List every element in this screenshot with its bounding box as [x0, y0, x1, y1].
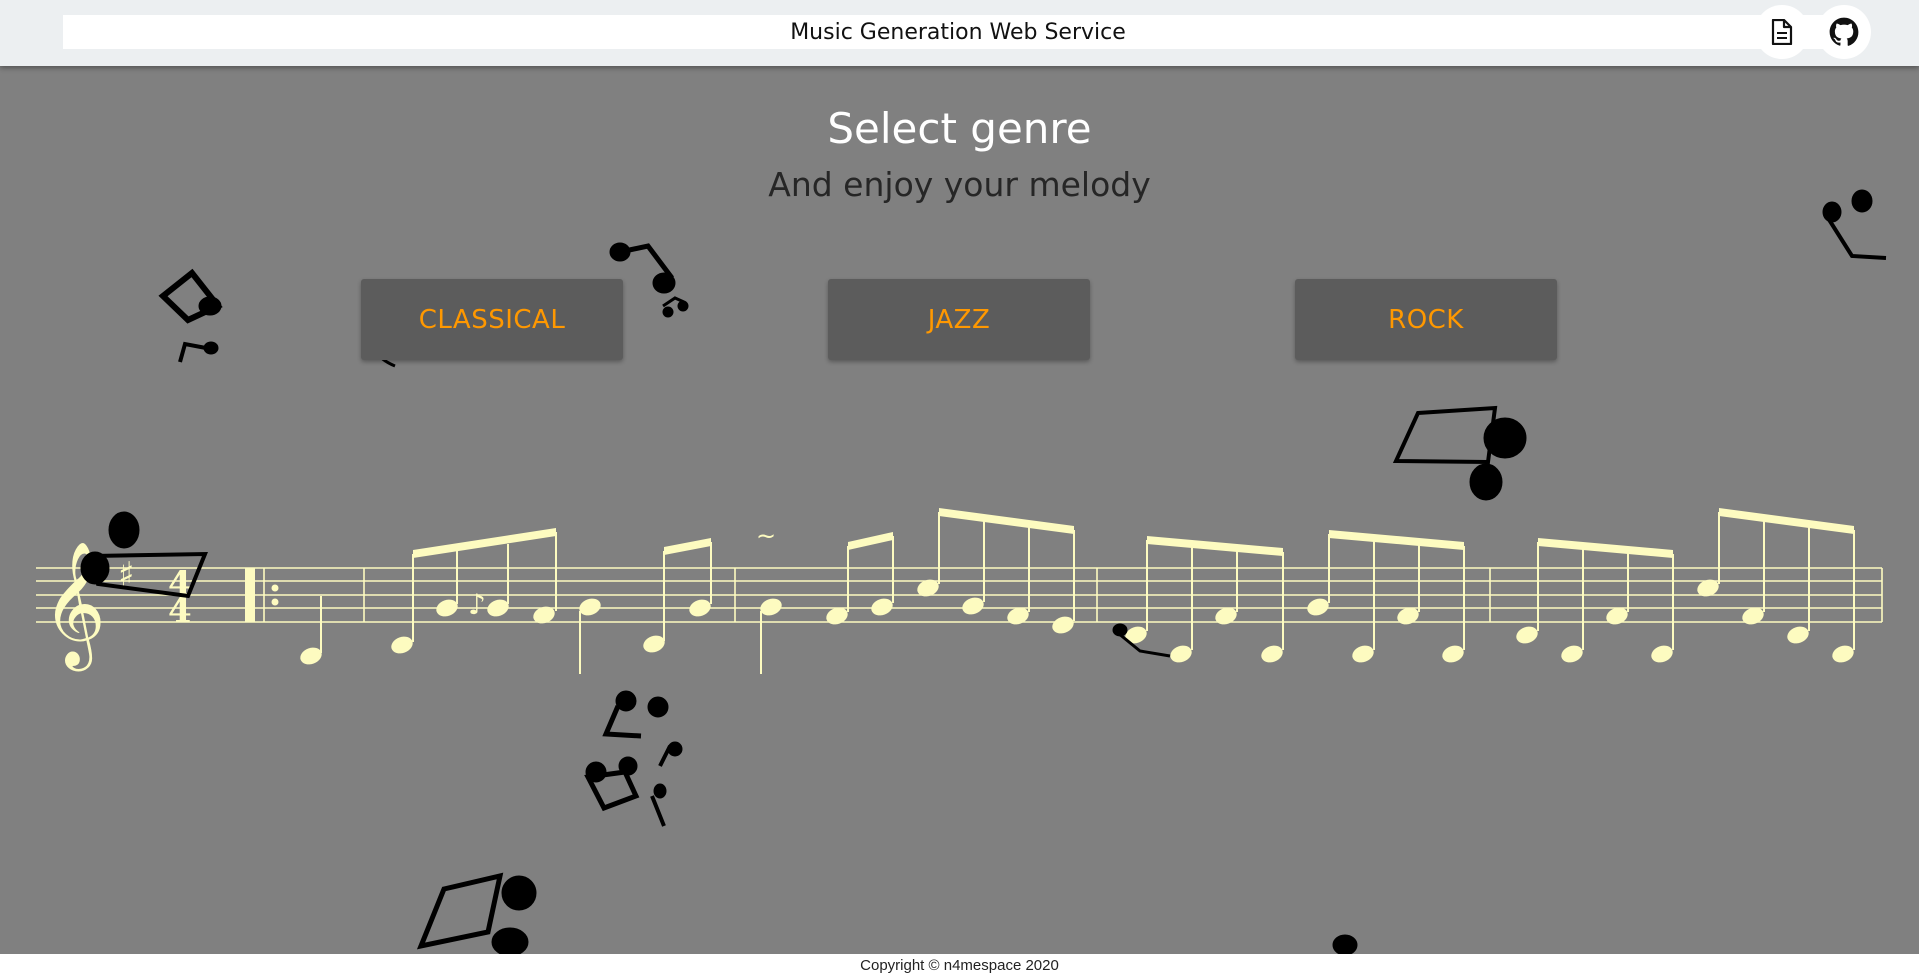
genre-rock-button[interactable]: ROCK [1295, 279, 1557, 360]
footer: Copyright © n4mespace 2020 [0, 954, 1919, 977]
github-icon [1829, 17, 1859, 46]
genre-classical-button[interactable]: CLASSICAL [361, 279, 623, 360]
notes: ♪ ~ [300, 508, 1855, 674]
genre-jazz-button[interactable]: JAZZ [828, 279, 1090, 360]
staff-lines [36, 567, 1882, 623]
document-icon [1771, 19, 1793, 45]
app-header: Music Generation Web Service [0, 0, 1919, 66]
main-content: 𝄞 ♯ 4 4 ♪ ~ Select genre And enjoy your … [0, 66, 1919, 954]
svg-text:~: ~ [756, 522, 776, 550]
copyright-text: Copyright © n4mespace 2020 [860, 957, 1059, 974]
github-button[interactable] [1817, 5, 1871, 59]
app-title: Music Generation Web Service [790, 19, 1126, 45]
svg-text:♪: ♪ [468, 588, 486, 621]
page-subheading: And enjoy your melody [768, 165, 1151, 204]
title-bar: Music Generation Web Service [63, 15, 1853, 49]
docs-button[interactable] [1755, 5, 1809, 59]
page-heading: Select genre [827, 104, 1092, 153]
